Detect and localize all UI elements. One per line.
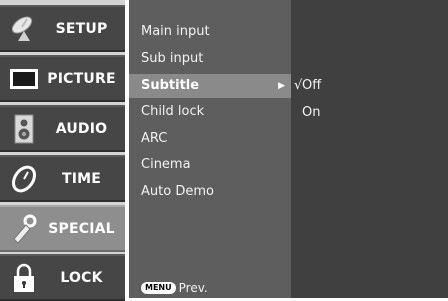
special-tool-icon (6, 211, 42, 247)
menu-item-label: LOCK (60, 269, 103, 286)
submenu-item-sub-input[interactable]: Sub input (129, 47, 291, 71)
option-on[interactable]: On (291, 101, 448, 125)
submenu-item-label: Cinema (141, 157, 191, 172)
menu-item-special[interactable]: SPECIAL (0, 205, 125, 252)
submenu-item-label: ARC (141, 131, 168, 146)
submenu-item-subtitle[interactable]: Subtitle ▶ (129, 74, 291, 98)
menu-item-lock[interactable]: LOCK (0, 254, 125, 301)
menu-item-label: SETUP (55, 20, 108, 37)
menu-key-icon: MENU (141, 282, 176, 294)
subtitle-options-panel: √ Off On (291, 0, 448, 298)
prev-hint-label: Prev. (178, 281, 208, 295)
main-menu-sidebar: SETUP PICTURE AUDIO TIME SPECIAL LOCK (0, 0, 125, 301)
option-off[interactable]: √ Off (291, 74, 448, 98)
menu-item-label: TIME (61, 170, 102, 187)
padlock-icon (6, 260, 42, 296)
tv-screen-icon (6, 61, 42, 97)
satellite-dish-icon (6, 11, 42, 47)
speaker-icon (6, 111, 42, 147)
submenu-item-main-input[interactable]: Main input (129, 20, 291, 44)
submenu-arrow-icon: ▶ (278, 81, 285, 91)
menu-item-audio[interactable]: AUDIO (0, 105, 125, 152)
submenu-item-arc[interactable]: ARC (129, 127, 291, 151)
clock-icon (6, 161, 42, 197)
submenu-item-cinema[interactable]: Cinema (129, 153, 291, 177)
submenu-item-label: Subtitle (141, 78, 200, 93)
submenu-item-auto-demo[interactable]: Auto Demo (129, 180, 291, 204)
submenu-item-label: Auto Demo (141, 184, 214, 199)
special-submenu: Main input Sub input Subtitle ▶ Child lo… (129, 0, 291, 298)
submenu-item-label: Main input (141, 24, 210, 39)
menu-item-label: SPECIAL (48, 220, 115, 237)
submenu-item-label: Sub input (141, 51, 204, 66)
option-label: Off (302, 78, 322, 93)
footer-hint: MENU Prev. (129, 278, 291, 298)
menu-item-label: AUDIO (55, 120, 108, 137)
menu-item-picture[interactable]: PICTURE (0, 55, 125, 102)
menu-item-time[interactable]: TIME (0, 155, 125, 202)
option-label: On (302, 105, 321, 120)
submenu-item-label: Child lock (141, 104, 205, 119)
menu-item-setup[interactable]: SETUP (0, 5, 125, 52)
menu-item-label: PICTURE (47, 70, 116, 87)
submenu-item-child-lock[interactable]: Child lock (129, 100, 291, 124)
